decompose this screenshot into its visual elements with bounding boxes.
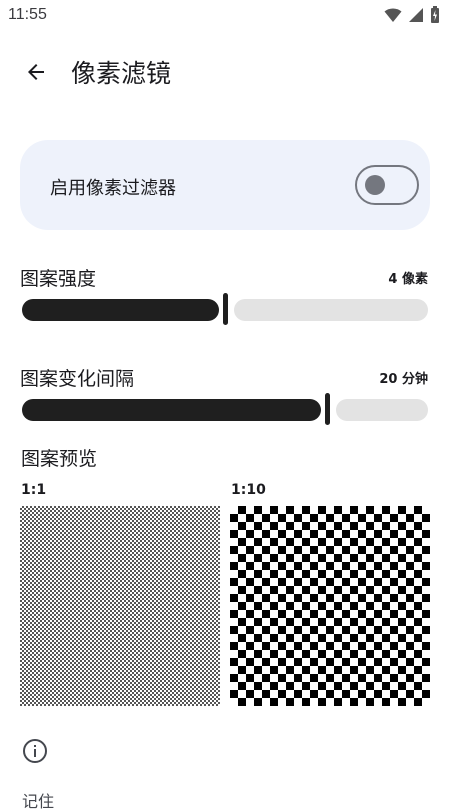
slider-active-track	[22, 399, 321, 421]
switch-thumb	[365, 175, 385, 195]
pattern-preview-1-1	[20, 506, 220, 706]
slider-handle[interactable]	[223, 293, 228, 325]
slider-active-track	[22, 299, 219, 321]
pattern-strength-title: 图案强度	[20, 268, 97, 290]
back-button[interactable]	[14, 50, 58, 94]
enable-pixel-filter-switch[interactable]	[355, 165, 419, 205]
app-bar: 像素滤镜	[0, 40, 450, 104]
pattern-interval-title: 图案变化间隔	[20, 368, 135, 390]
preview-ratio-1-10-label: 1:10	[231, 482, 266, 498]
slider-handle[interactable]	[325, 393, 330, 425]
arrow-back-icon	[28, 64, 44, 80]
pattern-strength-value: 4 像素	[388, 272, 428, 287]
info-icon	[23, 739, 47, 763]
preview-ratio-1-1-label: 1:1	[21, 482, 47, 498]
slider-inactive-track	[336, 399, 428, 421]
pattern-strength-section: 图案强度 4 像素	[20, 264, 430, 334]
pattern-preview-title: 图案预览	[21, 448, 98, 470]
battery-charging-icon	[431, 6, 439, 23]
pattern-interval-value: 20 分钟	[379, 372, 428, 387]
pattern-interval-slider[interactable]	[22, 393, 428, 425]
wifi-icon	[384, 8, 402, 22]
enable-pixel-filter-card[interactable]: 启用像素过滤器	[20, 140, 430, 230]
page-title: 像素滤镜	[71, 59, 172, 88]
pattern-strength-slider[interactable]	[22, 293, 428, 325]
status-time: 11:55	[8, 6, 47, 23]
status-icons	[384, 6, 440, 24]
slider-inactive-track	[234, 299, 428, 321]
pattern-preview-1-10	[230, 506, 430, 706]
cellular-signal-icon	[409, 8, 423, 22]
remember-text: 记住	[22, 792, 55, 811]
pattern-interval-section: 图案变化间隔 20 分钟	[20, 364, 430, 434]
enable-pixel-filter-label: 启用像素过滤器	[50, 178, 176, 199]
status-bar: 11:55	[0, 0, 450, 32]
